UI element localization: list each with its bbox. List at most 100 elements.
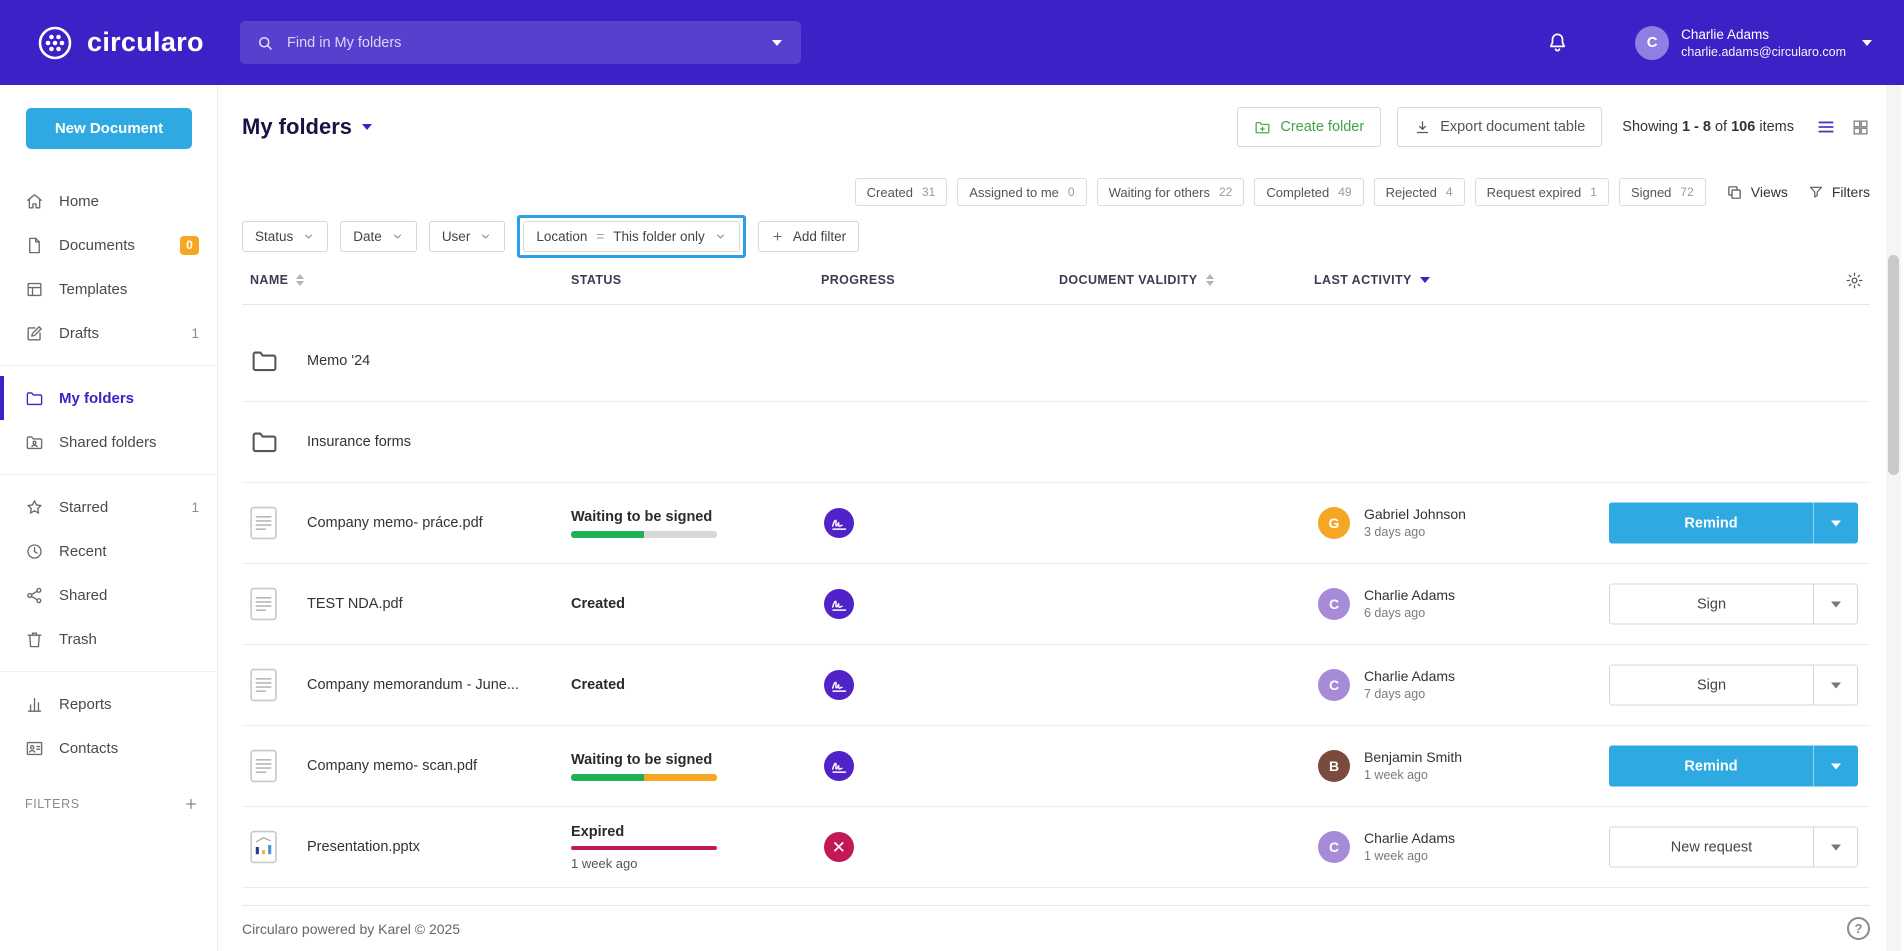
- document-row[interactable]: Presentation.pptxExpired1 week agoCCharl…: [242, 807, 1870, 888]
- folder-row[interactable]: Memo '24: [242, 321, 1870, 402]
- column-document-validity[interactable]: DOCUMENT VALIDITY: [1059, 256, 1214, 304]
- grid-view-icon[interactable]: [1851, 118, 1870, 137]
- activity-time: 3 days ago: [1364, 524, 1466, 541]
- date-filter-dropdown[interactable]: Date: [340, 221, 417, 252]
- sidebar-item-documents[interactable]: Documents0: [0, 223, 217, 267]
- column-last-activity[interactable]: LAST ACTIVITY: [1314, 256, 1430, 304]
- add-filter-label: Add filter: [793, 229, 846, 244]
- notifications-bell-icon[interactable]: [1546, 31, 1569, 54]
- page-title-dropdown[interactable]: My folders: [242, 114, 372, 140]
- status-chip-request-expired[interactable]: Request expired1: [1475, 178, 1609, 206]
- sidebar-item-recent[interactable]: Recent: [0, 529, 217, 573]
- table-settings-gear-icon[interactable]: [1845, 271, 1864, 290]
- folder-name: Memo '24: [307, 353, 370, 369]
- scrollbar-track[interactable]: [1886, 85, 1901, 951]
- location-filter-dropdown[interactable]: Location = This folder only: [523, 221, 739, 252]
- status-time: 1 week ago: [571, 856, 717, 871]
- sidebar-item-label: Starred: [59, 499, 108, 516]
- help-icon[interactable]: ?: [1847, 917, 1870, 940]
- download-icon: [1414, 119, 1431, 136]
- new-request-button[interactable]: New request: [1609, 827, 1813, 868]
- sidebar-item-shared[interactable]: Shared: [0, 573, 217, 617]
- add-sidebar-filter-plus-icon[interactable]: [183, 796, 199, 812]
- folder-row[interactable]: Insurance forms: [242, 402, 1870, 483]
- views-button[interactable]: Views: [1726, 184, 1788, 201]
- column-name[interactable]: NAME: [250, 256, 304, 304]
- document-row[interactable]: Company memo- scan.pdfWaiting to be sign…: [242, 726, 1870, 807]
- remind-button[interactable]: Remind: [1609, 503, 1813, 544]
- list-view-icon[interactable]: [1816, 117, 1836, 137]
- user-avatar: C: [1635, 26, 1669, 60]
- sidebar-item-drafts[interactable]: Drafts1: [0, 311, 217, 355]
- last-activity-cell: BBenjamin Smith1 week ago: [1318, 748, 1462, 784]
- sidebar-item-shared-folders[interactable]: Shared folders: [0, 420, 217, 464]
- status-chip-completed[interactable]: Completed49: [1254, 178, 1363, 206]
- document-name: Company memo- práce.pdf: [307, 515, 483, 531]
- status-chip-created[interactable]: Created31: [855, 178, 948, 206]
- chip-label: Waiting for others: [1109, 185, 1210, 200]
- activity-text: Gabriel Johnson3 days ago: [1364, 505, 1466, 541]
- search-icon: [256, 34, 274, 52]
- action-dropdown-button[interactable]: [1813, 503, 1858, 544]
- export-label: Export document table: [1440, 119, 1585, 135]
- column-progress[interactable]: PROGRESS: [821, 256, 895, 304]
- last-activity-cell: CCharlie Adams1 week ago: [1318, 829, 1455, 865]
- sidebar-item-label: Contacts: [59, 740, 118, 757]
- user-email: charlie.adams@circularo.com: [1681, 44, 1846, 60]
- sidebar-item-reports[interactable]: Reports: [0, 682, 217, 726]
- status-chip-waiting-for-others[interactable]: Waiting for others22: [1097, 178, 1245, 206]
- remind-button[interactable]: Remind: [1609, 746, 1813, 787]
- user-menu[interactable]: C Charlie Adams charlie.adams@circularo.…: [1635, 26, 1872, 60]
- expired-badge-icon: [824, 832, 854, 862]
- sign-button[interactable]: Sign: [1609, 665, 1813, 706]
- user-filter-dropdown[interactable]: User: [429, 221, 506, 252]
- activity-time: 6 days ago: [1364, 605, 1455, 622]
- chip-count: 49: [1338, 185, 1351, 199]
- chip-label: Rejected: [1386, 185, 1437, 200]
- status-chip-rejected[interactable]: Rejected 4: [1374, 178, 1465, 206]
- sidebar-item-starred[interactable]: Starred 1: [0, 485, 217, 529]
- status-filter-dropdown[interactable]: Status: [242, 221, 328, 252]
- sign-button[interactable]: Sign: [1609, 584, 1813, 625]
- status-text: Waiting to be signed: [571, 509, 717, 525]
- sidebar-item-count: 1: [191, 500, 199, 515]
- date-filter-label: Date: [353, 229, 382, 244]
- search-bar[interactable]: Find in My folders: [240, 21, 801, 64]
- action-dropdown-button[interactable]: [1813, 665, 1858, 706]
- activity-user-name: Charlie Adams: [1364, 667, 1455, 686]
- activity-avatar: B: [1318, 750, 1350, 782]
- chip-count: 0: [1068, 185, 1075, 199]
- shared-folder-icon: [25, 433, 44, 452]
- search-scope-dropdown[interactable]: [753, 21, 801, 64]
- chip-count: 4: [1446, 185, 1453, 199]
- sidebar-item-trash[interactable]: Trash: [0, 617, 217, 661]
- chevron-down-icon: [1831, 601, 1841, 607]
- sidebar-item-home[interactable]: Home: [0, 179, 217, 223]
- column-status[interactable]: STATUS: [571, 256, 622, 304]
- status-chip-assigned-to-me[interactable]: Assigned to me0: [957, 178, 1086, 206]
- export-document-table-button[interactable]: Export document table: [1397, 107, 1602, 147]
- action-dropdown-button[interactable]: [1813, 746, 1858, 787]
- logo[interactable]: circularo: [36, 0, 204, 85]
- file-pdf-icon: [250, 507, 277, 540]
- status-cell: Created: [571, 564, 625, 644]
- sidebar-filters-section: FILTERS: [25, 796, 199, 812]
- sidebar-item-contacts[interactable]: Contacts: [0, 726, 217, 770]
- create-folder-button[interactable]: Create folder: [1237, 107, 1381, 147]
- filters-button[interactable]: Filters: [1808, 184, 1870, 200]
- add-filter-button[interactable]: Add filter: [758, 221, 859, 252]
- status-filter-label: Status: [255, 229, 293, 244]
- document-row[interactable]: TEST NDA.pdfCreatedCCharlie Adams6 days …: [242, 564, 1870, 645]
- activity-text: Charlie Adams7 days ago: [1364, 667, 1455, 703]
- action-dropdown-button[interactable]: [1813, 584, 1858, 625]
- new-document-button[interactable]: New Document: [26, 108, 192, 149]
- sidebar-item-my-folders[interactable]: My folders: [0, 376, 217, 420]
- status-text: Created: [571, 677, 625, 693]
- scrollbar-thumb[interactable]: [1888, 255, 1899, 475]
- sidebar-item-templates[interactable]: Templates: [0, 267, 217, 311]
- action-dropdown-button[interactable]: [1813, 827, 1858, 868]
- document-row[interactable]: Company memorandum - June...CreatedCChar…: [242, 645, 1870, 726]
- status-chip-signed[interactable]: Signed72: [1619, 178, 1706, 206]
- document-row[interactable]: Company memo- práce.pdf Waiting to be sig…: [242, 483, 1870, 564]
- file-doc-icon: [250, 669, 277, 702]
